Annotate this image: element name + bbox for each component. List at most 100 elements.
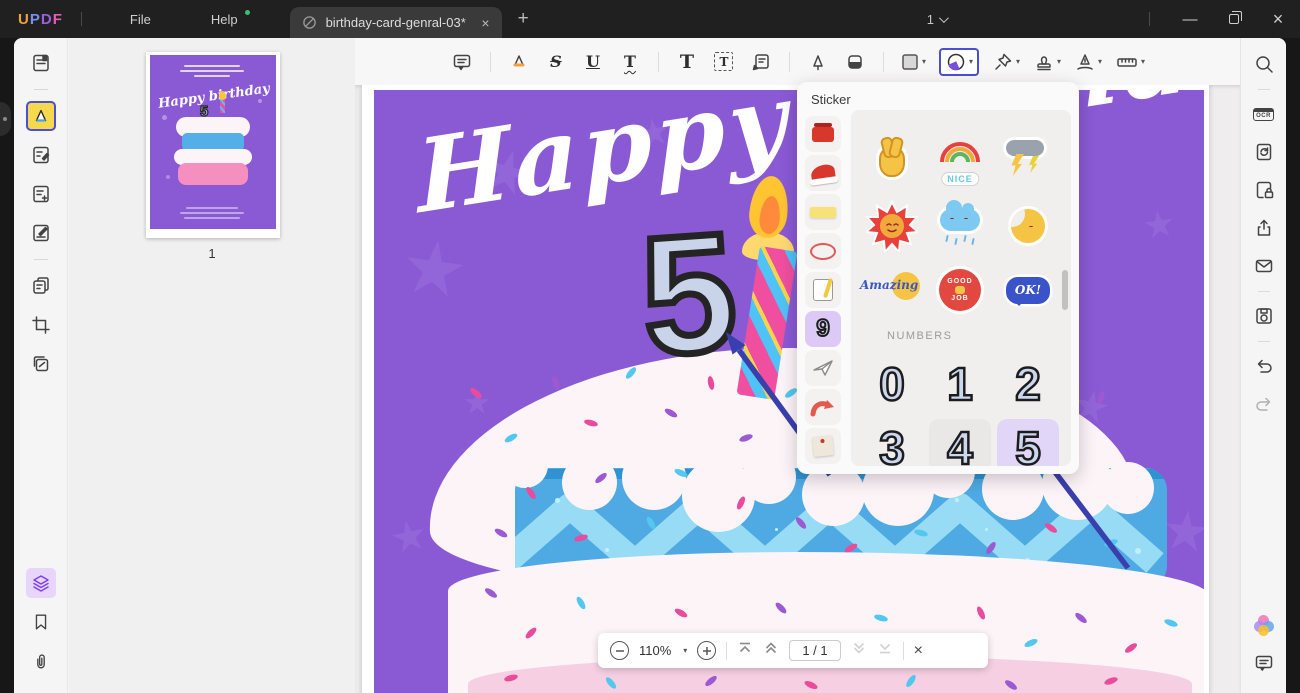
stamp-tool[interactable]: ▾ xyxy=(1033,51,1061,73)
sidebar-item-layers[interactable] xyxy=(25,568,56,598)
minimize-button[interactable]: — xyxy=(1168,0,1212,38)
number-sticker-5-selected[interactable]: 5 xyxy=(997,419,1059,466)
sticker-tool-selected[interactable]: ▾ xyxy=(938,47,979,76)
text-box-tool[interactable]: T xyxy=(712,50,736,74)
go-last-page-button[interactable] xyxy=(877,641,893,660)
go-first-page-button[interactable] xyxy=(737,641,753,660)
next-page-button[interactable] xyxy=(851,641,867,660)
paper-plane-icon xyxy=(813,360,833,376)
category-paper-plane[interactable] xyxy=(805,350,841,386)
sidebar-item-batch[interactable] xyxy=(26,349,56,379)
sidebar-item-reader[interactable] xyxy=(26,48,56,78)
sidebar-item-attachment[interactable] xyxy=(26,646,56,676)
ok-label: OK! xyxy=(1014,283,1042,297)
search-button[interactable] xyxy=(1250,50,1278,78)
menu-help[interactable]: Help xyxy=(181,9,268,27)
tab-close-icon[interactable]: × xyxy=(481,15,489,31)
close-window-button[interactable]: × xyxy=(1256,0,1300,38)
pencil-tool[interactable] xyxy=(806,50,830,74)
category-notepad[interactable] xyxy=(805,272,841,308)
previous-page-button[interactable] xyxy=(763,641,779,660)
panel-scrollbar[interactable] xyxy=(1062,270,1068,310)
thumbs-up-icon xyxy=(955,286,965,294)
add-text-tool[interactable]: T xyxy=(675,50,699,74)
window-count-dropdown[interactable]: 1 xyxy=(927,12,949,27)
category-sticky-note[interactable] xyxy=(805,194,841,230)
logo-letter: F xyxy=(52,10,63,28)
protect-button[interactable] xyxy=(1250,176,1278,204)
category-new-year-cake[interactable] xyxy=(805,116,841,152)
ocr-button[interactable]: OCR xyxy=(1250,100,1278,128)
feedback-button[interactable] xyxy=(1250,649,1278,677)
sticker-storm-cloud[interactable] xyxy=(994,130,1062,194)
category-numbers-selected[interactable]: 9 xyxy=(805,311,841,347)
highlight-tool[interactable] xyxy=(507,50,531,74)
pdf-page: Happy birthday 5 xyxy=(362,85,1209,693)
pin-tool[interactable]: ▾ xyxy=(992,51,1020,73)
squiggly-underline-tool[interactable]: T xyxy=(618,50,642,74)
shape-icon xyxy=(902,53,918,70)
category-pinned-note[interactable] xyxy=(805,428,841,464)
note-tool[interactable] xyxy=(450,50,474,74)
redo-button[interactable] xyxy=(1250,390,1278,418)
category-red-oval[interactable] xyxy=(805,233,841,269)
measure-tool[interactable]: ▾ xyxy=(1115,51,1145,73)
sidebar-item-bookmark[interactable] xyxy=(26,607,56,637)
restore-button[interactable] xyxy=(1212,0,1256,38)
signature-tool[interactable]: ▾ xyxy=(1074,51,1102,73)
organize-pages-icon xyxy=(32,185,49,203)
menu-help-label: Help xyxy=(210,11,238,27)
number-sticker-3[interactable]: 3 xyxy=(861,419,923,466)
sticker-victory-hand[interactable] xyxy=(858,130,926,194)
number-sticker-1[interactable]: 1 xyxy=(929,355,991,413)
sticker-amazing[interactable]: Amazing xyxy=(858,258,926,322)
sticker-moon[interactable] xyxy=(994,194,1062,258)
sidebar-item-fill-sign[interactable] xyxy=(26,218,56,248)
sidebar-item-organize-pages[interactable] xyxy=(26,179,56,209)
zoom-bar: 110% ▾ 1 / 1 × xyxy=(598,633,988,668)
chevron-down-icon: ▾ xyxy=(1015,57,1020,66)
number-sticker-0[interactable]: 0 xyxy=(861,355,923,413)
comment-toolbar: S U T T T ▾ ▾ ▾ ▾ ▾ ▾ xyxy=(355,38,1240,85)
number-sticker-4[interactable]: 4 xyxy=(929,419,991,466)
sticker-ok[interactable]: OK! xyxy=(994,258,1062,322)
category-red-arrow[interactable] xyxy=(805,389,841,425)
category-santa-hat[interactable] xyxy=(805,155,841,191)
email-button[interactable] xyxy=(1250,252,1278,280)
page-indicator[interactable]: 1 / 1 xyxy=(789,640,841,661)
compress-button[interactable] xyxy=(1250,138,1278,166)
sidebar-collapse-handle[interactable] xyxy=(0,102,11,136)
comment-pen-icon xyxy=(35,109,46,122)
sticker-sun[interactable] xyxy=(858,194,926,258)
amazing-label: Amazing xyxy=(860,278,919,292)
save-button[interactable] xyxy=(1250,302,1278,330)
shape-tool[interactable]: ▾ xyxy=(900,52,926,72)
comment-bubble-icon xyxy=(1255,655,1272,671)
ai-assistant-button[interactable] xyxy=(1250,611,1278,639)
zoom-dropdown-caret[interactable]: ▾ xyxy=(683,646,687,655)
eraser-tool[interactable] xyxy=(843,50,867,74)
share-button[interactable] xyxy=(1250,214,1278,242)
highlighter-icon xyxy=(513,54,525,66)
undo-button[interactable] xyxy=(1250,352,1278,380)
close-zoom-bar-button[interactable]: × xyxy=(914,642,923,660)
new-tab-button[interactable]: + xyxy=(518,8,529,30)
menu-file[interactable]: File xyxy=(100,12,181,27)
sticker-nice-rainbow[interactable]: NICE xyxy=(926,130,994,194)
document-tab[interactable]: birthday-card-genral-03* × xyxy=(289,7,502,38)
sidebar-item-edit-pdf[interactable] xyxy=(26,140,56,170)
strikethrough-tool[interactable]: S xyxy=(544,50,568,74)
sidebar-item-crop[interactable] xyxy=(26,310,56,340)
typewriter-tool[interactable] xyxy=(749,50,773,74)
sticker-rain-cloud[interactable] xyxy=(926,194,994,258)
underline-tool[interactable]: U xyxy=(581,50,605,74)
sidebar-item-comment[interactable] xyxy=(25,101,56,131)
page-thumbnail[interactable]: Happy birthday 5 xyxy=(146,52,280,238)
zoom-in-button[interactable] xyxy=(697,641,717,660)
red-oval-icon xyxy=(810,242,836,260)
zoom-out-button[interactable] xyxy=(610,641,629,660)
number-sticker-2[interactable]: 2 xyxy=(997,355,1059,413)
sidebar-item-convert[interactable] xyxy=(26,271,56,301)
band-dot-decor xyxy=(955,498,959,502)
sticker-good-job[interactable]: GOOD JOB xyxy=(926,258,994,322)
